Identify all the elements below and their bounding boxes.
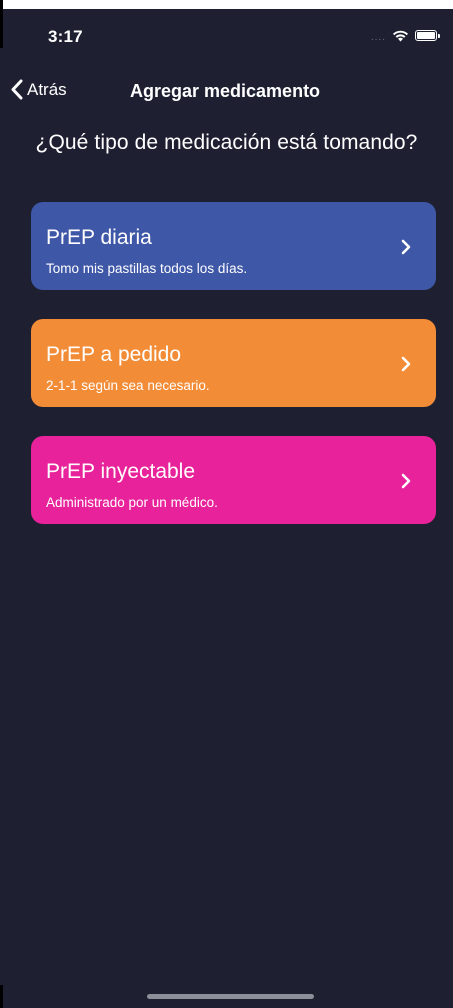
option-card-daily[interactable]: PrEP diaria Tomo mis pastillas todos los…	[31, 202, 436, 290]
signal-icon: ....	[370, 32, 386, 43]
status-time: 3:17	[48, 27, 83, 46]
screen: 3:17 .... Atrás Agregar medicamento ¿Qué…	[0, 0, 453, 1008]
chevron-left-icon	[10, 79, 23, 100]
top-edge	[0, 0, 453, 9]
back-button[interactable]: Atrás	[10, 79, 67, 100]
left-edge-bottom	[0, 985, 3, 1008]
question-heading: ¿Qué tipo de medicación está tomando?	[35, 131, 418, 154]
option-card-injectable[interactable]: PrEP inyectable Administrado por un médi…	[31, 436, 436, 524]
page-title: Agregar medicamento	[130, 81, 321, 101]
option-title: PrEP inyectable	[46, 460, 196, 483]
option-title: PrEP diaria	[46, 226, 152, 249]
option-subtitle: 2-1-1 según sea necesario.	[46, 378, 210, 393]
wifi-icon	[392, 30, 409, 42]
status-icons: ....	[370, 28, 440, 43]
option-subtitle: Tomo mis pastillas todos los días.	[46, 261, 248, 276]
chevron-right-icon	[401, 473, 411, 489]
chevron-right-icon	[401, 356, 411, 372]
home-indicator[interactable]	[147, 994, 314, 999]
chevron-right-icon	[401, 239, 411, 255]
option-title: PrEP a pedido	[46, 343, 182, 366]
option-card-on-demand[interactable]: PrEP a pedido 2-1-1 según sea necesario.	[31, 319, 436, 407]
status-bar: 3:17 ....	[0, 9, 453, 53]
medication-options: PrEP diaria Tomo mis pastillas todos los…	[31, 202, 436, 553]
battery-icon	[415, 30, 440, 41]
navigation-bar: Atrás Agregar medicamento	[0, 70, 453, 114]
option-subtitle: Administrado por un médico.	[46, 495, 218, 510]
back-label: Atrás	[27, 79, 67, 99]
